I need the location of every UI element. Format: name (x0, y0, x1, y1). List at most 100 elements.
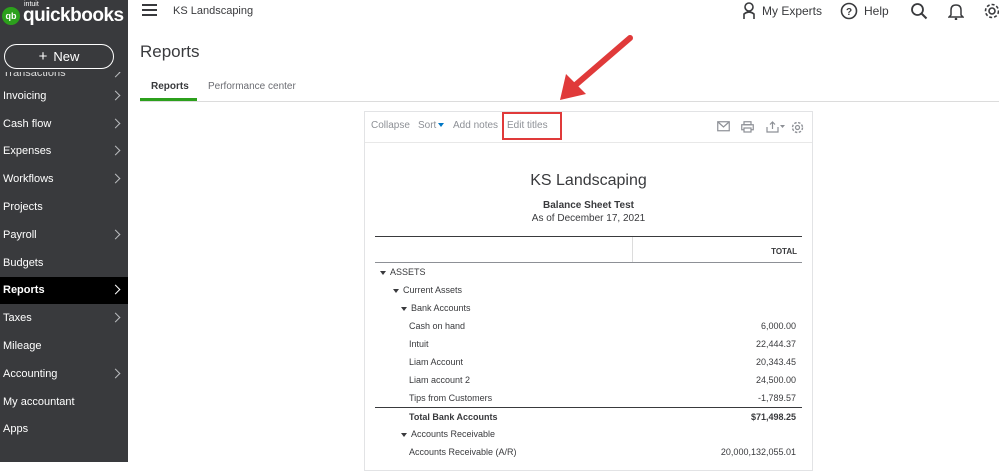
table-row[interactable]: Current Assets (375, 281, 802, 299)
red-arrow-annotation (560, 35, 633, 100)
sort-dropdown[interactable]: Sort (418, 120, 445, 131)
tab-performance-center[interactable]: Performance center (208, 81, 296, 92)
row-label-text: Tips from Customers (409, 393, 493, 403)
report-title[interactable]: Balance Sheet Test (365, 200, 812, 211)
sidebar-item-expenses[interactable]: Expenses (0, 138, 128, 166)
sidebar-item-label: Expenses (3, 145, 52, 158)
collapse-button[interactable]: Collapse (371, 120, 410, 131)
add-notes-button[interactable]: Add notes (453, 120, 498, 131)
sidebar-item-projects[interactable]: Projects (0, 193, 128, 221)
sidebar-item-label: Accounting (3, 367, 58, 380)
active-tab-indicator (140, 98, 197, 101)
column-header-total: TOTAL (771, 247, 797, 256)
chevron-right-icon (110, 229, 121, 240)
report-toolbar: Collapse Sort Add notes Edit titles (365, 112, 812, 143)
row-amount[interactable]: 24,500.00 (756, 375, 796, 385)
logo-intuit-text: intuit (24, 1, 39, 8)
sidebar-nav: Transactions Invoicing Cash flow Expenses Wo… (0, 72, 128, 462)
sidebar-item-cash-flow[interactable]: Cash flow (0, 110, 128, 138)
chevron-right-icon (110, 146, 121, 156)
row-amount[interactable]: 20,343.45 (756, 357, 796, 367)
row-label: Current Assets (393, 285, 462, 295)
expand-triangle-icon[interactable] (393, 288, 399, 293)
row-amount[interactable]: 20,000,132,055.01 (721, 447, 796, 457)
company-name: KS Landscaping (173, 5, 254, 17)
sidebar-item-label: Cash flow (3, 117, 52, 130)
svg-text:?: ? (846, 7, 852, 18)
my-experts-button[interactable]: My Experts (742, 2, 822, 20)
edit-titles-highlight-box (502, 112, 562, 140)
chevron-right-icon (110, 90, 121, 101)
sidebar-item-apps[interactable]: Apps (0, 416, 128, 444)
sidebar-item-label: Invoicing (3, 89, 47, 102)
report-table-header: TOTAL (375, 236, 802, 263)
bell-icon[interactable] (948, 2, 964, 20)
my-experts-label: My Experts (762, 4, 823, 18)
sidebar-item-label: Budgets (3, 256, 44, 269)
sidebar-item-accounting[interactable]: Accounting (0, 360, 128, 388)
export-icon[interactable] (766, 121, 786, 133)
row-label: ASSETS (380, 267, 426, 277)
sidebar-item-invoicing[interactable]: Invoicing (0, 82, 128, 110)
row-label: Bank Accounts (401, 303, 471, 313)
row-label: Accounts Receivable (401, 429, 495, 439)
row-label: Liam account 2 (409, 375, 470, 385)
search-icon[interactable] (910, 2, 928, 20)
expand-triangle-icon[interactable] (380, 270, 386, 275)
sidebar-item-my-accountant[interactable]: My accountant (0, 388, 128, 416)
column-divider (632, 237, 633, 262)
quickbooks-logo[interactable]: qb intuit quickbooks (0, 0, 128, 32)
row-label: Tips from Customers (409, 393, 492, 403)
quickbooks-logo-badge: qb (2, 7, 20, 25)
help-label: Help (864, 4, 889, 18)
table-row: Tips from Customers -1,789.57 (375, 389, 802, 407)
row-label-text: Total Bank Accounts (409, 412, 498, 422)
sidebar-item-label: Mileage (3, 340, 42, 353)
sidebar-item-label: Projects (3, 201, 43, 214)
sidebar-item-taxes[interactable]: Taxes (0, 304, 128, 332)
sidebar-item-label: Workflows (3, 173, 54, 186)
row-amount[interactable]: -1,789.57 (758, 393, 796, 403)
row-amount[interactable]: $71,498.25 (751, 412, 796, 422)
chevron-right-icon (110, 173, 121, 184)
report-panel: Collapse Sort Add notes Edit titles KS L… (364, 111, 813, 471)
expand-triangle-icon[interactable] (401, 306, 407, 311)
sidebar-item-payroll[interactable]: Payroll (0, 221, 128, 249)
table-row: Cash on hand 6,000.00 (375, 317, 802, 335)
settings-icon[interactable] (791, 121, 804, 134)
sidebar-item-label: Apps (3, 423, 29, 436)
report-company-name: KS Landscaping (530, 172, 647, 189)
table-row: Intuit 22,444.37 (375, 335, 802, 353)
report-date: As of December 17, 2021 (531, 213, 646, 224)
row-amount[interactable]: 22,444.37 (756, 339, 796, 349)
sidebar-item-reports[interactable]: Reports (0, 276, 128, 305)
row-label-text: Intuit (409, 339, 429, 349)
sidebar-item-label: Payroll (3, 228, 37, 241)
sidebar-item-workflows[interactable]: Workflows (0, 165, 128, 193)
chevron-down-icon (438, 123, 445, 128)
help-button[interactable]: ? Help (840, 2, 889, 20)
new-button-label: New (53, 49, 80, 64)
sidebar-item-transactions[interactable]: Transactions (0, 72, 128, 82)
table-row[interactable]: ASSETS (375, 263, 802, 281)
email-icon[interactable] (717, 121, 730, 132)
table-row[interactable]: Bank Accounts (375, 299, 802, 317)
sidebar-item-mileage[interactable]: Mileage (0, 332, 128, 360)
print-icon[interactable] (741, 121, 754, 133)
new-button[interactable]: + New (4, 44, 114, 69)
row-label: Accounts Receivable (A/R) (409, 447, 517, 457)
sidebar-item-budgets[interactable]: Budgets (0, 249, 128, 277)
sidebar-item-label: Taxes (3, 312, 32, 325)
row-amount[interactable]: 6,000.00 (761, 321, 796, 331)
row-label-text: Current Assets (403, 285, 463, 295)
table-row[interactable]: Accounts Receivable (375, 425, 802, 443)
table-row: Liam Account 20,343.45 (375, 353, 802, 371)
gear-icon[interactable] (983, 2, 999, 20)
row-label-text: Accounts Receivable (411, 429, 496, 439)
page-title: Reports (140, 42, 200, 61)
expand-triangle-icon[interactable] (401, 432, 407, 437)
person-icon (743, 2, 755, 19)
chevron-right-icon (110, 312, 121, 323)
tab-reports[interactable]: Reports (151, 81, 189, 92)
menu-icon[interactable] (142, 4, 157, 16)
